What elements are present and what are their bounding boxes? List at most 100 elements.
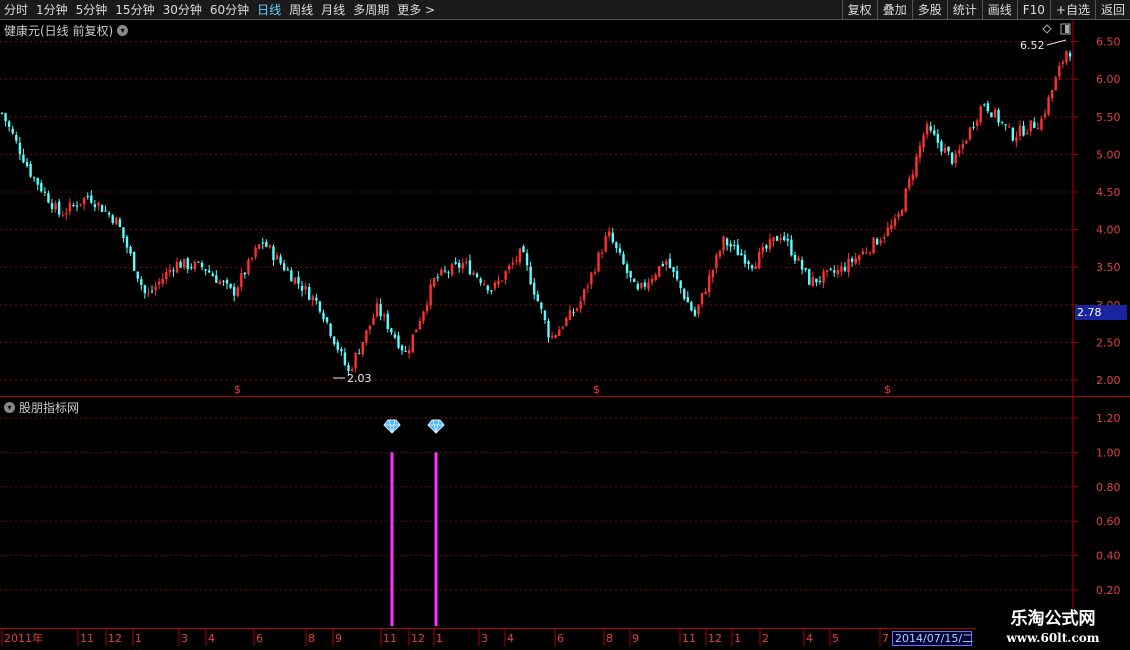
candle [983,103,986,107]
y-tick-label: 2.50 [1096,336,1121,349]
candle-body [11,128,14,134]
candle-body [568,310,572,320]
chart-canvas[interactable]: 6.506.005.505.004.504.003.503.002.502.00… [0,0,1130,650]
candle-body [229,283,232,288]
candle-body [1008,126,1011,128]
candle-body [275,254,279,260]
candle-body [483,283,486,285]
candle-body [900,209,904,216]
candle [168,264,172,277]
candle-body [215,275,218,283]
candle-body [82,197,86,205]
y-tick-label: 0.20 [1096,584,1121,597]
candle-body [368,325,372,330]
candle [397,331,400,350]
candle-body [904,188,907,212]
candle-body [450,264,454,276]
candle [68,198,72,216]
candle-body [704,292,707,295]
candle-body [497,280,500,285]
candle [222,279,225,286]
low-price-marker: 2.03 [347,372,372,385]
candle-body [558,329,561,337]
candle [172,267,175,277]
candle-body [240,273,243,287]
candle-body [222,281,225,283]
candle-body [693,309,697,316]
candle-body [322,312,325,320]
candle-body [190,267,193,269]
candle-body [768,239,772,249]
candle-body [118,219,122,227]
candle-body [908,178,911,188]
candle [157,277,161,290]
x-tick-label: 5 [832,632,839,645]
candle [50,199,54,213]
candle-body [950,152,954,164]
candle [332,336,336,347]
candle [472,270,475,276]
x-tick-label: 3 [181,632,188,645]
candle [340,346,343,356]
candle [300,280,304,297]
candle-body [72,204,75,206]
candle [147,287,150,298]
candle-body [990,112,993,118]
candle [486,284,489,294]
candle-body [32,177,36,179]
candle [15,131,18,144]
candle-body [472,272,475,275]
candle [565,316,568,327]
candle [675,265,679,282]
candle [465,257,468,266]
candle [815,278,818,287]
candle [0,112,4,115]
candle [425,300,429,316]
candle [104,205,107,212]
candle-body [179,261,182,268]
candle-body [625,264,629,273]
candle [143,284,147,299]
candle-body [54,203,57,210]
candle [132,251,136,272]
candle-body [257,244,261,249]
candle-body [922,135,925,148]
candle [1054,75,1057,91]
candle-body [386,313,389,329]
candle [647,278,650,292]
candle [336,339,339,353]
candle-body [490,290,493,292]
candle [415,329,418,333]
candle [218,279,222,286]
candle [490,289,493,295]
high-marker-arrow [1046,39,1067,46]
candle-body [211,273,214,277]
candle [393,331,397,340]
y-tick-label: 1.00 [1096,446,1121,459]
candle-body [686,297,690,303]
candle-body [536,294,539,302]
candle [182,258,186,271]
y-tick-label: 6.50 [1096,36,1121,49]
candle-body [1011,127,1015,141]
y-tick-label: 0.40 [1096,550,1121,563]
candle-body [493,282,497,289]
candle-body [372,317,375,325]
y-tick-label: 0.60 [1096,515,1121,528]
x-tick-label: 9 [335,632,342,645]
candle [1061,59,1065,69]
candle [590,271,593,290]
panel-toggle-icon-fill [1065,25,1069,33]
candle-body [725,238,729,246]
candle-body [261,242,264,244]
candle [583,288,586,305]
candle-body [615,242,618,249]
high-price-marker: 6.52 [1020,39,1045,52]
candle-body [675,271,679,280]
candle [661,261,665,268]
candle [36,177,39,191]
candle-body [340,349,343,352]
candle-body [640,283,643,288]
candle-body [979,106,982,123]
candle [7,119,11,132]
